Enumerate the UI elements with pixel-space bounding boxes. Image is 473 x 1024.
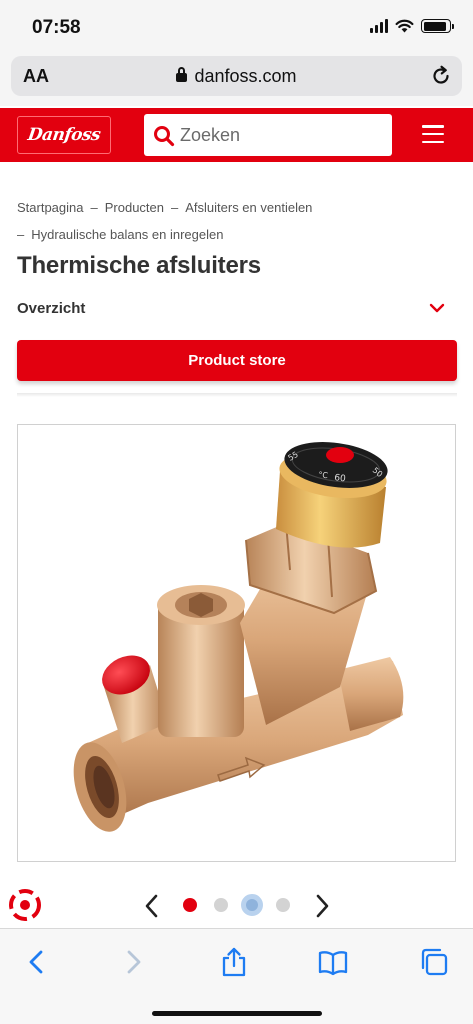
wifi-icon xyxy=(395,19,414,33)
address-bar[interactable]: AA danfoss.com xyxy=(11,56,462,96)
product-store-button[interactable]: Product store xyxy=(17,340,457,381)
site-header: Danfoss xyxy=(0,108,473,162)
danfoss-logo[interactable]: Danfoss xyxy=(17,116,111,154)
home-indicator xyxy=(152,1011,322,1016)
carousel-prev-icon[interactable] xyxy=(142,893,162,919)
image-carousel-controls xyxy=(0,888,473,924)
url-display[interactable]: danfoss.com xyxy=(11,66,462,87)
breadcrumb-item-hydraulische[interactable]: Hydraulische balans en inregelen xyxy=(31,227,223,242)
thermal-valve-image: 60 °C 55 50 xyxy=(73,442,404,832)
search-icon[interactable] xyxy=(153,125,175,147)
cellular-signal-icon xyxy=(370,19,388,33)
breadcrumb-item-startpagina[interactable]: Startpagina xyxy=(17,200,84,215)
breadcrumb: Startpagina – Producten – Afsluiters en vent… xyxy=(17,194,457,248)
bookmarks-icon[interactable] xyxy=(318,947,348,977)
breadcrumb-separator: – xyxy=(17,227,25,242)
chevron-down-icon[interactable] xyxy=(429,302,445,314)
lock-icon xyxy=(176,67,188,82)
browser-toolbar xyxy=(0,928,473,1024)
overview-dropdown[interactable]: Overzicht xyxy=(17,300,457,328)
overview-label: Overzicht xyxy=(17,300,86,317)
section-divider xyxy=(17,393,457,397)
breadcrumb-separator: – xyxy=(171,200,179,215)
page-title: Thermische afsluiters xyxy=(17,252,261,279)
carousel-dot-4[interactable] xyxy=(276,898,290,912)
battery-icon xyxy=(421,19,454,33)
search-input[interactable] xyxy=(180,114,385,156)
tabs-icon[interactable] xyxy=(419,947,449,977)
dial-label-60: 60 xyxy=(334,473,347,485)
carousel-next-icon[interactable] xyxy=(312,893,332,919)
browser-address-area: AA danfoss.com xyxy=(0,52,473,106)
reload-icon[interactable] xyxy=(430,65,452,87)
menu-icon[interactable] xyxy=(422,125,444,143)
status-icons xyxy=(370,19,454,33)
carousel-dot-2[interactable] xyxy=(214,898,228,912)
search-box xyxy=(144,114,392,156)
product-image-card[interactable]: 60 °C 55 50 xyxy=(17,424,456,862)
status-time: 07:58 xyxy=(32,17,81,38)
status-bar: 07:58 xyxy=(0,0,473,52)
breadcrumb-item-afsluiters[interactable]: Afsluiters en ventielen xyxy=(185,200,312,215)
carousel-dot-3[interactable] xyxy=(241,894,263,916)
dial-label-unit: °C xyxy=(318,470,329,480)
breadcrumb-separator: – xyxy=(90,200,98,215)
share-icon[interactable] xyxy=(219,947,249,977)
url-domain: danfoss.com xyxy=(194,66,297,86)
carousel-dot-1[interactable] xyxy=(183,898,197,912)
breadcrumb-item-producten[interactable]: Producten xyxy=(105,200,164,215)
back-icon[interactable] xyxy=(22,947,52,977)
chat-assistant-icon[interactable] xyxy=(8,888,42,922)
forward-icon[interactable] xyxy=(118,947,148,977)
